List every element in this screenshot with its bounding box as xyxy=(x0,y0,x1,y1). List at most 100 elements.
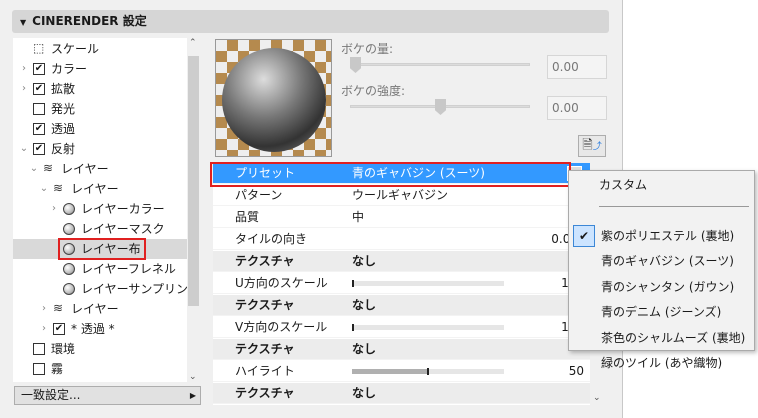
checkbox[interactable]: ✔ xyxy=(33,83,45,95)
tree-item-label: 透過 xyxy=(51,122,76,136)
chevron-down-icon[interactable]: ⌄ xyxy=(19,139,29,159)
tree-item-label: 発光 xyxy=(51,102,76,116)
material-preview xyxy=(215,39,332,157)
row-key: ハイライト xyxy=(235,364,295,378)
export-document-icon: 🗎⤴ xyxy=(582,138,602,153)
tree-item-label: 環境 xyxy=(51,342,76,356)
bokeh-strength-label: ボケの強度: xyxy=(341,84,406,98)
export-settings-button[interactable]: 🗎⤴ xyxy=(578,135,606,157)
row-key: U方向のスケール xyxy=(235,276,328,290)
table-row[interactable]: ハイライト 50 xyxy=(213,361,590,382)
table-row[interactable]: パターン ウールギャバジン xyxy=(213,185,590,206)
row-key: 品質 xyxy=(235,210,260,224)
tree-item[interactable]: レイヤーフレネル xyxy=(13,259,187,279)
chevron-right-icon[interactable]: › xyxy=(19,59,29,79)
chevron-right-icon[interactable]: › xyxy=(39,319,49,339)
menu-item[interactable]: 茶色のシャルムーズ (裏地) xyxy=(601,326,745,350)
table-row[interactable]: テクスチャ なし xyxy=(213,383,590,404)
tree-item[interactable]: ⬚ スケール xyxy=(13,39,187,59)
checkbox[interactable]: ✔ xyxy=(53,323,65,335)
menu-item[interactable]: 青のデニム (ジーンズ) xyxy=(601,300,721,324)
tree-item-label: レイヤーカラー xyxy=(81,202,165,216)
scale-icon: ⬚ xyxy=(33,41,45,55)
table-row[interactable]: 品質 中 xyxy=(213,207,590,228)
tree-item-label: レイヤーサンプリング xyxy=(81,282,201,296)
checkbox[interactable]: ✔ xyxy=(33,143,45,155)
checkbox[interactable]: ✔ xyxy=(33,123,45,135)
bokeh-strength-input[interactable]: 0.00 xyxy=(547,96,607,120)
menu-item[interactable]: 青のギャバジン (スーツ) xyxy=(601,249,734,273)
menu-item[interactable]: 緑のツイル (あや織物) xyxy=(601,351,722,375)
parameter-table: プリセット青のギャバジン (スーツ)▶パターンウールギャバジン品質中タイルの向き… xyxy=(213,163,590,405)
menu-item[interactable]: 紫のポリエステル (裏地) xyxy=(601,224,734,248)
tree-item[interactable]: › ✔ カラー xyxy=(13,59,187,79)
tree-item[interactable]: 発光 xyxy=(13,99,187,119)
scroll-up-icon[interactable]: ⌃ xyxy=(189,38,197,48)
scroll-down-icon[interactable]: ⌄ xyxy=(593,393,601,403)
scroll-down-icon[interactable]: ⌄ xyxy=(189,372,197,382)
tree-item-label: レイヤーフレネル xyxy=(81,262,176,276)
chevron-right-icon[interactable]: › xyxy=(19,79,29,99)
tree-item-label: 拡散 xyxy=(51,82,76,96)
tree-item[interactable]: 環境 xyxy=(13,339,187,359)
tree-item[interactable]: 霧 xyxy=(13,359,187,379)
menu-item-custom[interactable]: カスタム xyxy=(599,173,647,197)
bokeh-amount-handle[interactable] xyxy=(350,57,361,73)
tree-item[interactable]: ⌄ ≋ レイヤー xyxy=(13,179,187,199)
row-key: テクスチャ xyxy=(235,342,295,356)
tree-item[interactable]: › レイヤーカラー xyxy=(13,199,187,219)
match-settings-button[interactable]: 一致設定... ▶ xyxy=(14,386,201,405)
tree-item-label: 反射 xyxy=(51,142,76,156)
layers-icon: ≋ xyxy=(53,181,64,195)
bokeh-amount-label: ボケの量: xyxy=(341,42,394,56)
tree-item[interactable]: ⌄ ✔ 反射 xyxy=(13,139,187,159)
chevron-down-icon[interactable]: ⌄ xyxy=(29,159,39,179)
table-row[interactable]: テクスチャ なし xyxy=(213,295,590,316)
chevron-right-icon[interactable]: › xyxy=(49,199,59,219)
table-row[interactable]: タイルの向き0.00° xyxy=(213,229,590,250)
tree-item[interactable]: レイヤーマスク xyxy=(13,219,187,239)
tree-item[interactable]: ⌄ ≋ レイヤー xyxy=(13,159,187,179)
table-row[interactable]: テクスチャ なし xyxy=(213,339,590,360)
tree-item[interactable]: › ✔ * 透過 * xyxy=(13,319,187,339)
preset-dropdown-menu: カスタム ✔ 紫のポリエステル (裏地) 青のギャバジン (スーツ) 青のシャンタン… xyxy=(568,170,755,370)
tree-item[interactable]: › ✔ 拡散 xyxy=(13,79,187,99)
tree-scrollbar[interactable]: ⌃ ⌄ xyxy=(187,38,200,382)
scroll-thumb[interactable] xyxy=(188,56,199,306)
tree-item-label: カラー xyxy=(51,62,88,76)
row-number[interactable]: 50 xyxy=(569,361,584,382)
section-header[interactable]: ▼ CINERENDER 設定 xyxy=(12,10,609,33)
sphere-icon xyxy=(63,283,75,295)
tree-item-label: レイヤー xyxy=(61,162,109,176)
menu-item[interactable]: 青のシャンタン (ガウン) xyxy=(601,275,734,299)
sphere-icon xyxy=(63,263,75,275)
row-slider[interactable] xyxy=(352,324,504,331)
checkbox[interactable] xyxy=(33,363,45,375)
chevron-right-icon[interactable]: › xyxy=(39,299,49,319)
row-value: なし xyxy=(352,342,377,356)
tree-item[interactable]: › ≋ レイヤー xyxy=(13,299,187,319)
tree-item-label: レイヤー xyxy=(71,182,119,196)
bokeh-strength-handle[interactable] xyxy=(435,99,446,115)
checkbox[interactable] xyxy=(33,103,45,115)
sphere-icon xyxy=(63,203,75,215)
table-row[interactable]: V方向のスケール100 xyxy=(213,317,590,338)
bokeh-amount-slider[interactable] xyxy=(350,63,530,66)
table-row[interactable]: U方向のスケール100 xyxy=(213,273,590,294)
sphere-icon xyxy=(63,223,75,235)
table-row[interactable]: テクスチャ なし xyxy=(213,251,590,272)
bokeh-amount-input[interactable]: 0.00 xyxy=(547,55,607,79)
layers-icon: ≋ xyxy=(53,301,64,315)
match-settings-label: 一致設定... xyxy=(21,388,81,402)
tree-item[interactable]: ✔ 透過 xyxy=(13,119,187,139)
chevron-down-icon[interactable]: ⌄ xyxy=(39,179,49,199)
collapse-triangle-icon: ▼ xyxy=(20,18,27,27)
row-key: V方向のスケール xyxy=(235,320,328,334)
row-slider[interactable] xyxy=(352,280,504,287)
checkbox[interactable] xyxy=(33,343,45,355)
row-slider[interactable] xyxy=(352,368,504,375)
checkbox[interactable]: ✔ xyxy=(33,63,45,75)
row-value: なし xyxy=(352,386,377,400)
tree-item[interactable]: レイヤーサンプリング xyxy=(13,279,200,299)
row-value: なし xyxy=(352,254,377,268)
